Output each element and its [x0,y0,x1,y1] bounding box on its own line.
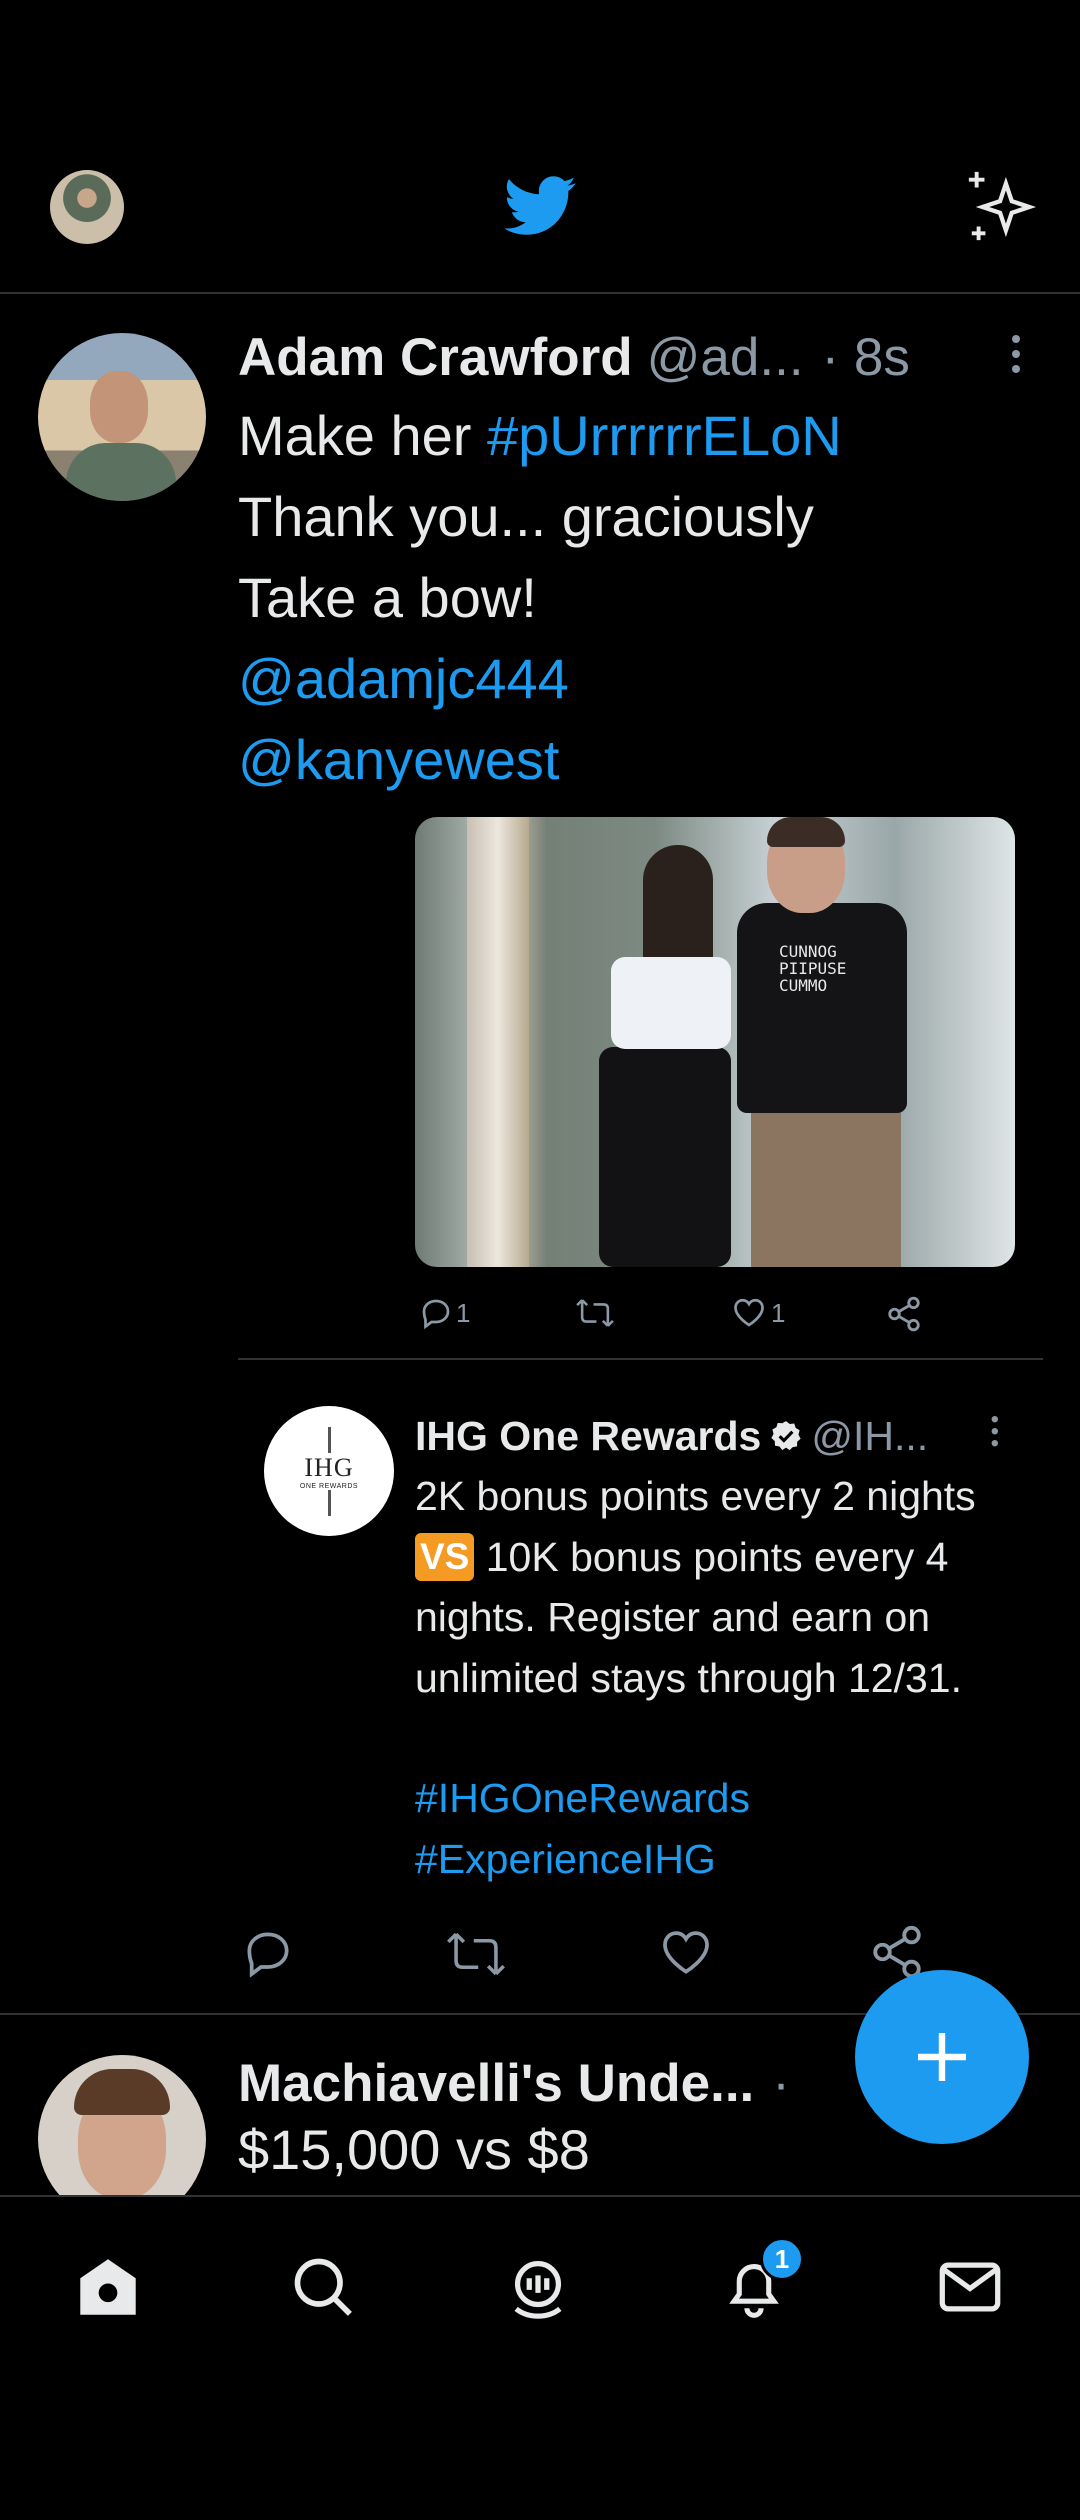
tweet-header: Adam Crawford @ad... · 8s [238,327,1038,387]
reply-button[interactable]: 1 [418,1295,470,1331]
bottom-navigation: 1 [0,2195,1080,2365]
retweet-button[interactable] [445,1927,507,1981]
more-options-icon[interactable] [990,1416,1000,1453]
reply-button[interactable] [240,1925,296,1981]
plus-icon [918,2033,966,2081]
reply-icon [247,1932,289,1978]
heart-icon [663,1931,709,1974]
author-name[interactable]: Machiavelli's Unde... [238,2053,754,2114]
verified-badge-icon [771,1421,801,1451]
nav-spaces[interactable] [498,2247,578,2327]
heart-icon [734,1298,764,1327]
home-icon [80,2259,136,2315]
nav-search[interactable] [283,2247,363,2327]
sparkle-icon[interactable] [963,168,1041,246]
compose-tweet-button[interactable] [855,1970,1029,2144]
shirt-print: CUNNOG PIIPUSE CUMMO [779,942,847,995]
hashtag-link[interactable]: #pUrrrrrrELoN [487,404,842,467]
reply-count: 1 [456,1297,471,1328]
like-count: 1 [771,1297,786,1328]
share-button[interactable] [885,1295,923,1333]
profile-avatar[interactable] [50,170,124,244]
retweet-icon [576,1299,614,1327]
nav-home[interactable] [68,2247,148,2327]
tweet-text: Make her #pUrrrrrrELoN Thank you... grac… [238,395,1058,800]
nav-messages[interactable] [930,2247,1010,2327]
retweet-icon [447,1932,505,1976]
hashtag-link[interactable]: #ExperienceIHG [415,1829,1025,1890]
more-options-icon[interactable] [1010,335,1022,381]
quoted-tweet-header: IHG One Rewards @IH... [415,1410,1015,1462]
vs-emoji: VS [415,1532,475,1581]
tweet-image[interactable]: CUNNOG PIIPUSE CUMMO [415,817,1015,1267]
hashtag-link[interactable]: #IHGOneRewards [415,1768,1025,1829]
mention-link[interactable]: @kanyewest [238,719,1058,800]
quoted-author-name[interactable]: IHG One Rewards [415,1413,761,1460]
notification-badge: 1 [760,2237,804,2281]
top-bar [0,150,1080,294]
like-button[interactable]: 1 [731,1295,785,1331]
share-icon [888,1296,920,1332]
quoted-tweet-text: 2K bonus points every 2 nights VS 10K bo… [415,1466,1025,1889]
reply-icon [422,1299,450,1330]
spaces-icon [514,2261,562,2319]
like-button[interactable] [658,1925,714,1981]
retweet-button[interactable] [575,1295,615,1331]
quoted-author-handle[interactable]: @IH... [811,1413,928,1460]
mail-icon [939,2262,1001,2312]
author-name[interactable]: Adam Crawford [238,327,633,388]
tweet[interactable]: Adam Crawford @ad... · 8s Make her #pUrr… [0,295,1080,2015]
ihg-avatar[interactable]: IHG ONE REWARDS [264,1406,394,1536]
mention-link[interactable]: @adamjc444 [238,638,1058,719]
tweet-timestamp: · 8s [821,328,910,387]
author-handle[interactable]: @ad... [647,327,804,388]
tweet-timestamp: · [772,2054,790,2113]
tweet-author-avatar[interactable] [38,2055,206,2195]
tweet-author-avatar[interactable] [38,333,206,501]
search-icon [294,2258,352,2316]
quoted-tweet[interactable]: IHG ONE REWARDS IHG One Rewards @IH... 2… [0,1360,1080,1890]
twitter-bird-icon[interactable] [505,175,577,237]
